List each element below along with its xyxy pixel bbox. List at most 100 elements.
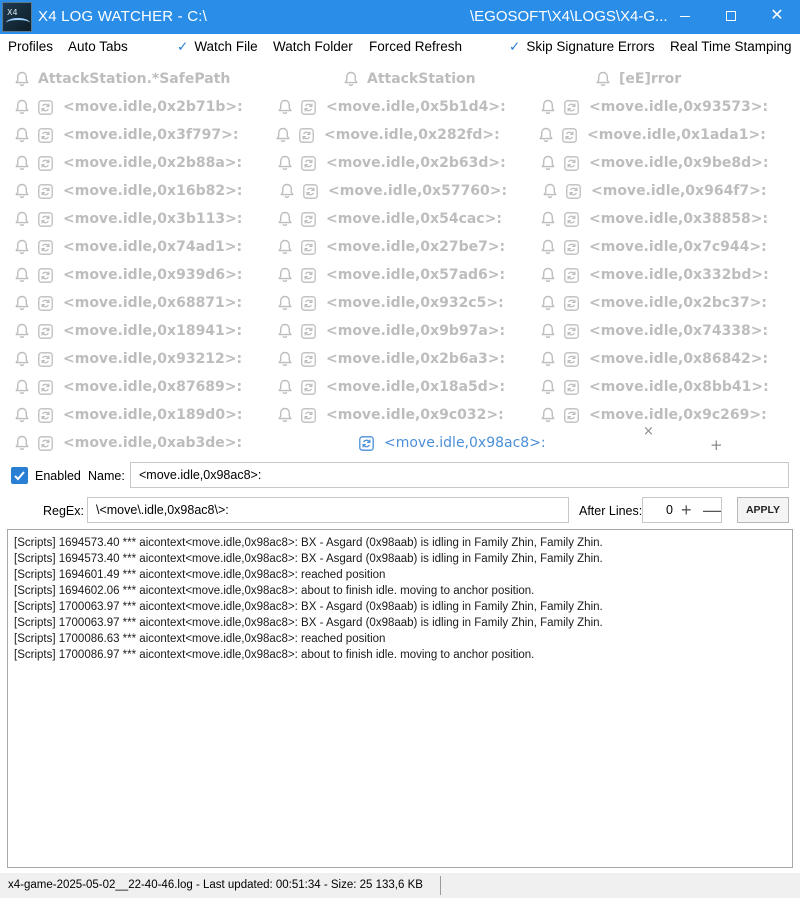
tab[interactable]: AttackStation	[343, 68, 476, 90]
bell-icon[interactable]	[277, 407, 293, 423]
bell-icon[interactable]	[540, 407, 556, 423]
reload-icon[interactable]	[38, 435, 53, 451]
bell-icon[interactable]	[542, 183, 558, 199]
tab-close-icon[interactable]: ×	[643, 424, 654, 439]
close-button[interactable]: ✕	[754, 0, 800, 34]
tab[interactable]: <move.idle,0x74ad1>:	[14, 236, 242, 258]
bell-icon[interactable]	[277, 295, 293, 311]
tab[interactable]: <move.idle,0x18a5d>:	[277, 376, 505, 398]
bell-icon[interactable]	[14, 99, 30, 115]
tab[interactable]: <move.idle,0x38858>:	[540, 208, 768, 230]
bell-icon[interactable]	[538, 127, 554, 143]
reload-icon[interactable]	[301, 239, 316, 255]
bell-icon[interactable]	[277, 267, 293, 283]
bell-icon[interactable]	[277, 351, 293, 367]
tab[interactable]: <move.idle,0xab3de>:	[14, 432, 242, 454]
tab[interactable]: <move.idle,0x93212>:	[14, 348, 242, 370]
reload-icon[interactable]	[301, 323, 316, 339]
bell-icon[interactable]	[277, 379, 293, 395]
bell-icon[interactable]	[277, 99, 293, 115]
reload-icon[interactable]	[303, 183, 318, 199]
reload-icon[interactable]	[301, 407, 316, 423]
bell-icon[interactable]	[343, 71, 359, 87]
reload-icon[interactable]	[301, 155, 316, 171]
bell-icon[interactable]	[540, 323, 556, 339]
tab[interactable]: <move.idle,0x332bd>:	[540, 264, 769, 286]
tab[interactable]: <move.idle,0x68871>:	[14, 292, 242, 314]
reload-icon[interactable]	[566, 183, 581, 199]
tab[interactable]: AttackStation.*SafePath	[14, 68, 230, 90]
reload-icon[interactable]	[38, 239, 53, 255]
reload-icon[interactable]	[564, 295, 579, 311]
reload-icon[interactable]	[299, 127, 314, 143]
menu-watch-folder[interactable]: Watch Folder	[273, 39, 353, 54]
bell-icon[interactable]	[540, 295, 556, 311]
menu-profiles[interactable]: Profiles	[8, 39, 53, 54]
reload-icon[interactable]	[359, 435, 374, 451]
regex-input[interactable]: \<move\.idle,0x98ac8\>:	[87, 497, 569, 523]
tab[interactable]: <move.idle,0x9be8d>:	[540, 152, 768, 174]
add-tab-button[interactable]: +	[710, 436, 723, 454]
reload-icon[interactable]	[301, 379, 316, 395]
tab[interactable]: <move.idle,0x8bb41>:	[540, 376, 769, 398]
reload-icon[interactable]	[562, 127, 577, 143]
menu-skip-signature-errors[interactable]: ✓ Skip Signature Errors	[509, 39, 655, 55]
reload-icon[interactable]	[564, 99, 579, 115]
bell-icon[interactable]	[279, 183, 295, 199]
tab[interactable]: <move.idle,0x2b6a3>:	[277, 348, 505, 370]
tab[interactable]: <move.idle,0x3b113>:	[14, 208, 242, 230]
minus-icon[interactable]: —	[703, 500, 721, 520]
bell-icon[interactable]	[14, 295, 30, 311]
bell-icon[interactable]	[14, 407, 30, 423]
bell-icon[interactable]	[14, 435, 30, 451]
bell-icon[interactable]	[14, 323, 30, 339]
reload-icon[interactable]	[38, 351, 53, 367]
bell-icon[interactable]	[277, 239, 293, 255]
bell-icon[interactable]	[540, 155, 556, 171]
tab[interactable]: <move.idle,0x1ada1>:	[538, 124, 766, 146]
bell-icon[interactable]	[14, 127, 30, 143]
reload-icon[interactable]	[38, 267, 53, 283]
tab[interactable]: <move.idle,0x932c5>:	[277, 292, 504, 314]
reload-icon[interactable]	[564, 323, 579, 339]
bell-icon[interactable]	[14, 351, 30, 367]
bell-icon[interactable]	[14, 211, 30, 227]
plus-icon[interactable]: +	[681, 500, 692, 520]
apply-button[interactable]: APPLY	[737, 497, 789, 523]
menu-forced-refresh[interactable]: Forced Refresh	[369, 39, 462, 54]
bell-icon[interactable]	[540, 99, 556, 115]
after-lines-stepper[interactable]: 0 + —	[642, 497, 722, 523]
tab[interactable]: <move.idle,0x964f7>:	[542, 180, 766, 202]
tab[interactable]: <move.idle,0x5b1d4>:	[277, 96, 506, 118]
tab[interactable]: <move.idle,0x282fd>:	[275, 124, 500, 146]
maximize-button[interactable]	[708, 0, 754, 34]
bell-icon[interactable]	[540, 239, 556, 255]
tab[interactable]: <move.idle,0x2b71b>:	[14, 96, 243, 118]
reload-icon[interactable]	[38, 127, 53, 143]
bell-icon[interactable]	[14, 155, 30, 171]
menu-auto-tabs[interactable]: Auto Tabs	[68, 39, 128, 54]
tab[interactable]: <move.idle,0x27be7>:	[277, 236, 505, 258]
tab[interactable]: <move.idle,0x87689>:	[14, 376, 242, 398]
reload-icon[interactable]	[38, 407, 53, 423]
bell-icon[interactable]	[540, 379, 556, 395]
tab[interactable]: <move.idle,0x9b97a>:	[277, 320, 505, 342]
reload-icon[interactable]	[301, 351, 316, 367]
reload-icon[interactable]	[301, 267, 316, 283]
reload-icon[interactable]	[301, 295, 316, 311]
tab[interactable]: <move.idle,0x2bc37>:	[540, 292, 767, 314]
tab[interactable]: <move.idle,0x9c032>:	[277, 404, 504, 426]
bell-icon[interactable]	[14, 239, 30, 255]
log-output[interactable]: [Scripts] 1694573.40 *** aicontext<move.…	[7, 529, 793, 868]
bell-icon[interactable]	[14, 267, 30, 283]
tab[interactable]: <move.idle,0x16b82>:	[14, 180, 242, 202]
menu-watch-file[interactable]: ✓ Watch File	[177, 39, 258, 55]
reload-icon[interactable]	[564, 155, 579, 171]
bell-icon[interactable]	[277, 211, 293, 227]
bell-icon[interactable]	[14, 379, 30, 395]
tab[interactable]: [eE]rror	[595, 68, 681, 90]
reload-icon[interactable]	[38, 211, 53, 227]
reload-icon[interactable]	[564, 351, 579, 367]
after-lines-value[interactable]: 0	[643, 503, 673, 517]
reload-icon[interactable]	[38, 155, 53, 171]
